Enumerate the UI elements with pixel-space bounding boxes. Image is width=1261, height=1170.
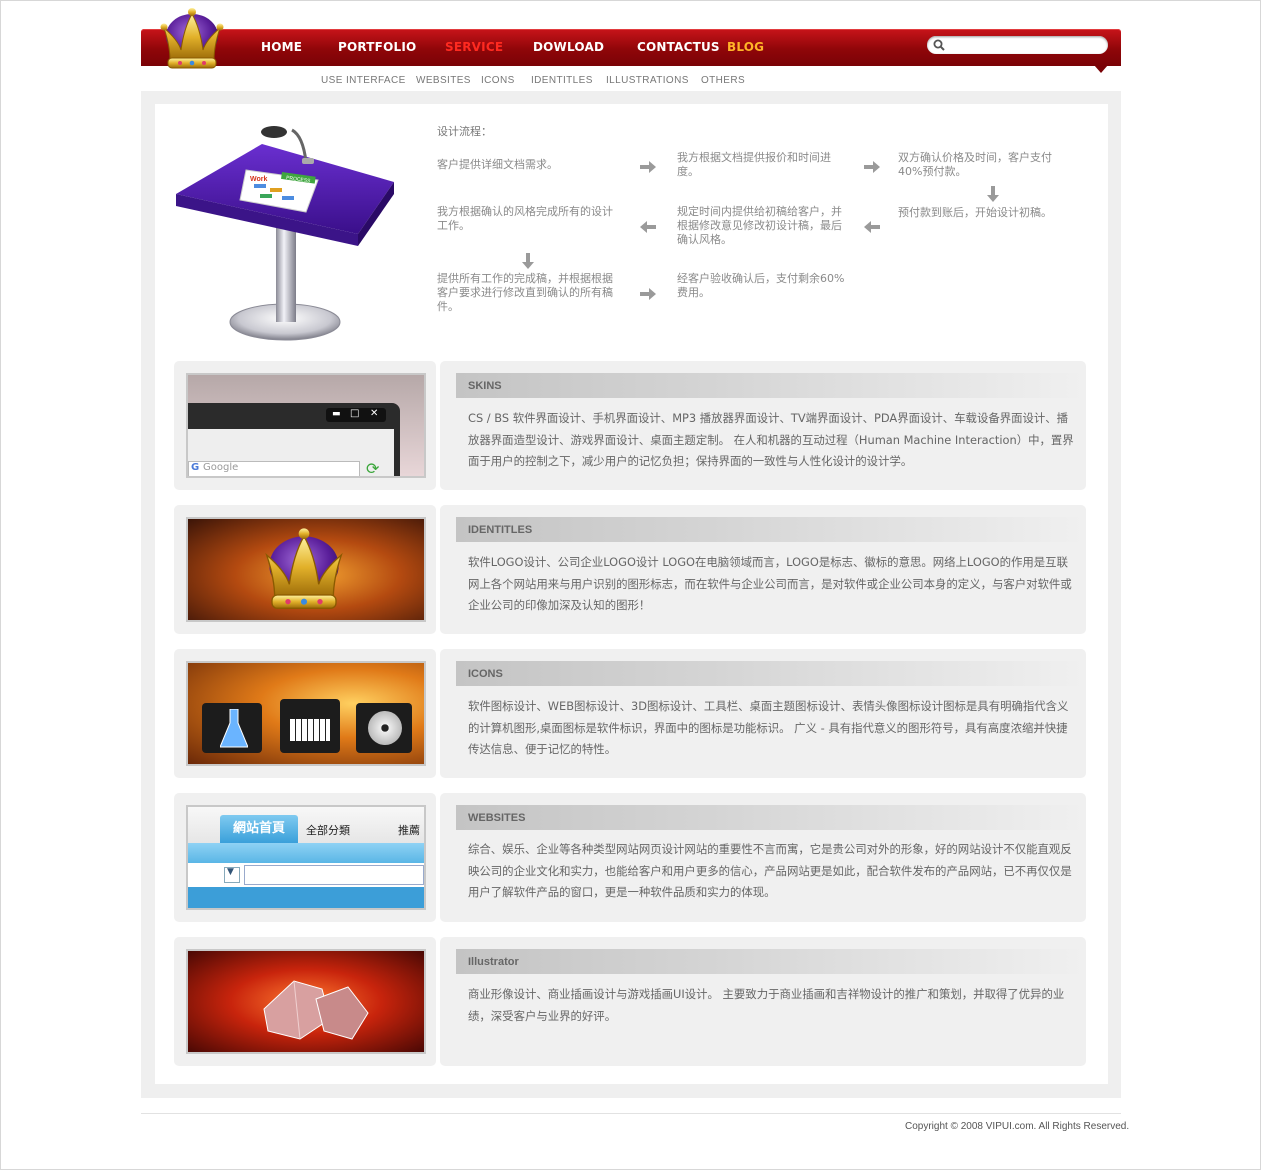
- identitles-heading-bar: [456, 517, 1086, 542]
- nav-blog[interactable]: BLOG: [727, 40, 764, 54]
- search-box[interactable]: [927, 36, 1108, 54]
- websites-footer-bar: [188, 887, 424, 908]
- skins-heading: SKINS: [468, 380, 502, 392]
- process-title: 设计流程：: [437, 125, 492, 138]
- podium-illustration: Work PROCESS: [176, 126, 394, 341]
- skins-window-frame: ▬ □ ✕ G Google ⟳: [188, 403, 400, 476]
- footer-divider: [141, 1113, 1121, 1114]
- process-step-2: 我方根据文档提供报价和时间进度。: [677, 151, 831, 178]
- process-step-3: 双方确认价格及时间，客户支付40%预付款。: [898, 151, 1052, 178]
- arrow-down-icon: [987, 186, 999, 202]
- copyright-text: Copyright © 2008 VIPUI.com. All Rights R…: [905, 1121, 1130, 1132]
- window-controls: ▬ □ ✕: [326, 408, 386, 422]
- process-step-5: 规定时间内提供给初稿给客户，并根据修改意见修改初设计稿，最后确认风格。: [677, 205, 842, 246]
- skins-thumbnail[interactable]: ▬ □ ✕ G Google ⟳: [186, 373, 426, 478]
- nav-dowload[interactable]: DOWLOAD: [533, 40, 604, 54]
- subnav-websites[interactable]: WEBSITES: [416, 75, 471, 86]
- navbar-tail: [1094, 65, 1108, 73]
- folder-disc-icon: [356, 703, 412, 753]
- illustrator-description: 商业形像设计、商业插画设计与游戏插画UI设计。 主要致力于商业插画和吉祥物设计的…: [468, 987, 1065, 1023]
- process-step-8: 经客户验收确认后，支付剩余60%费用。: [677, 272, 845, 299]
- websites-search-row: ▼: [188, 863, 424, 887]
- illustrator-thumbnail[interactable]: [186, 949, 426, 1054]
- podium-work-label: Work: [250, 176, 267, 183]
- crystal-rock-icon: [263, 980, 369, 1040]
- arrow-right-icon: [640, 161, 656, 173]
- arrow-down-icon: [522, 253, 534, 269]
- maximize-icon[interactable]: □: [350, 408, 359, 419]
- process-step-7: 提供所有工作的完成稿，并根据根据客户要求进行修改直到确认的所有稿件。: [437, 272, 613, 313]
- crown-logo-icon[interactable]: [156, 6, 228, 74]
- nav-service[interactable]: SERVICE: [445, 40, 503, 54]
- icons-thumbnail[interactable]: [186, 661, 426, 766]
- icons-heading: ICONS: [468, 668, 503, 680]
- nav-home[interactable]: HOME: [261, 40, 302, 54]
- close-icon[interactable]: ✕: [370, 408, 378, 419]
- subnav-illustrations[interactable]: ILLUSTRATIONS: [606, 75, 689, 86]
- websites-blue-bar: [188, 843, 424, 863]
- google-search-field[interactable]: G Google: [188, 461, 360, 476]
- process-step-1: 客户提供详细文档需求。: [437, 158, 558, 171]
- search-icon[interactable]: [933, 39, 945, 51]
- subnav-icons[interactable]: ICONS: [481, 75, 515, 86]
- nav-portfolio[interactable]: PORTFOLIO: [338, 40, 416, 54]
- icons-heading-bar: [456, 661, 1086, 686]
- skins-heading-bar: [456, 373, 1086, 398]
- search-input[interactable]: [949, 37, 1103, 54]
- refresh-icon[interactable]: ⟳: [366, 459, 379, 476]
- minimize-icon[interactable]: ▬: [332, 409, 341, 419]
- identitles-description: 软件LOGO设计、公司企业LOGO设计 LOGO在电脑领域而言，LOGO是标志、…: [468, 555, 1072, 613]
- arrow-left-icon: [864, 221, 880, 233]
- tab-home[interactable]: 網站首頁: [220, 815, 298, 843]
- illustrator-heading-bar: [456, 949, 1086, 974]
- arrow-right-icon: [864, 161, 880, 173]
- icons-description: 软件图标设计、WEB图标设计、3D图标设计、工具栏、桌面主题图标设计、表情头像图…: [468, 699, 1069, 757]
- arrow-left-icon: [640, 221, 656, 233]
- subnav-others[interactable]: OTHERS: [701, 75, 745, 86]
- dropdown-chevron-icon[interactable]: ▼: [224, 867, 240, 883]
- process-step-6: 我方根据确认的风格完成所有的设计工作。: [437, 205, 613, 232]
- websites-heading-bar: [456, 805, 1086, 830]
- tab-all-categories[interactable]: 全部分類: [306, 822, 350, 838]
- arrow-right-icon: [640, 288, 656, 300]
- folder-flask-icon: [202, 703, 262, 753]
- nav-contactus[interactable]: CONTACTUS: [637, 40, 720, 54]
- google-placeholder: Google: [203, 462, 239, 473]
- websites-description: 综合、娱乐、企业等各种类型网站网页设计网站的重要性不言而寓，它是贵公司对外的形象…: [468, 842, 1072, 900]
- identitles-thumbnail[interactable]: [186, 517, 426, 622]
- skins-description: CS / BS 软件界面设计、手机界面设计、MP3 播放器界面设计、TV端界面设…: [468, 411, 1074, 469]
- subnav-use-interface[interactable]: USE INTERFACE: [321, 75, 406, 86]
- crown-icon: [265, 528, 343, 609]
- subnav-identitles[interactable]: IDENTITLES: [531, 75, 593, 86]
- google-g-icon: G: [191, 462, 200, 473]
- websites-thumbnail[interactable]: 網站首頁 全部分類 推薦 ▼: [186, 805, 426, 910]
- tab-recommended[interactable]: 推薦: [398, 822, 420, 838]
- illustrator-heading: Illustrator: [468, 956, 519, 968]
- folder-piano-icon: [280, 699, 340, 753]
- websites-heading: WEBSITES: [468, 812, 526, 824]
- websites-search-field[interactable]: [244, 865, 424, 885]
- process-step-4: 预付款到账后，开始设计初稿。: [898, 206, 1052, 219]
- identitles-heading: IDENTITLES: [468, 524, 533, 536]
- window-body: G Google ⟳: [188, 429, 394, 476]
